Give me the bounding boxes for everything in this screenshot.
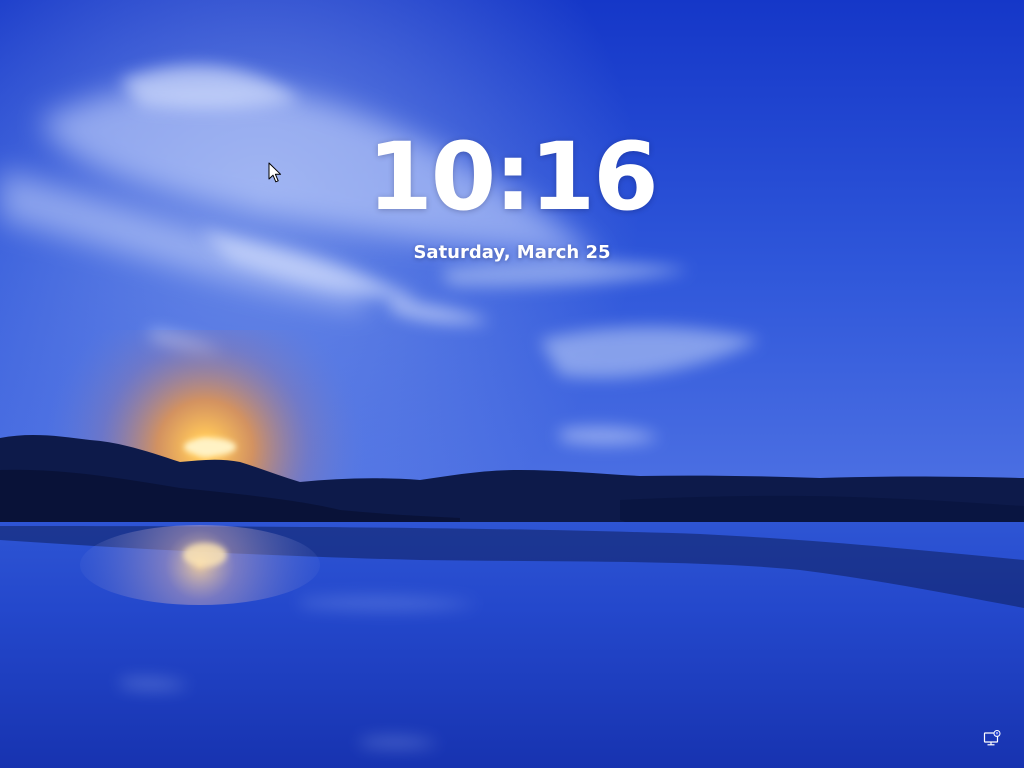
lock-screen-date: Saturday, March 25	[413, 242, 611, 263]
lock-screen-clock: 10:16	[367, 123, 658, 232]
network-status-button[interactable]	[980, 727, 1004, 751]
network-icon	[983, 730, 1001, 746]
lock-screen[interactable]: 10:16 Saturday, March 25	[0, 0, 1024, 768]
wallpaper-image	[0, 0, 1024, 768]
